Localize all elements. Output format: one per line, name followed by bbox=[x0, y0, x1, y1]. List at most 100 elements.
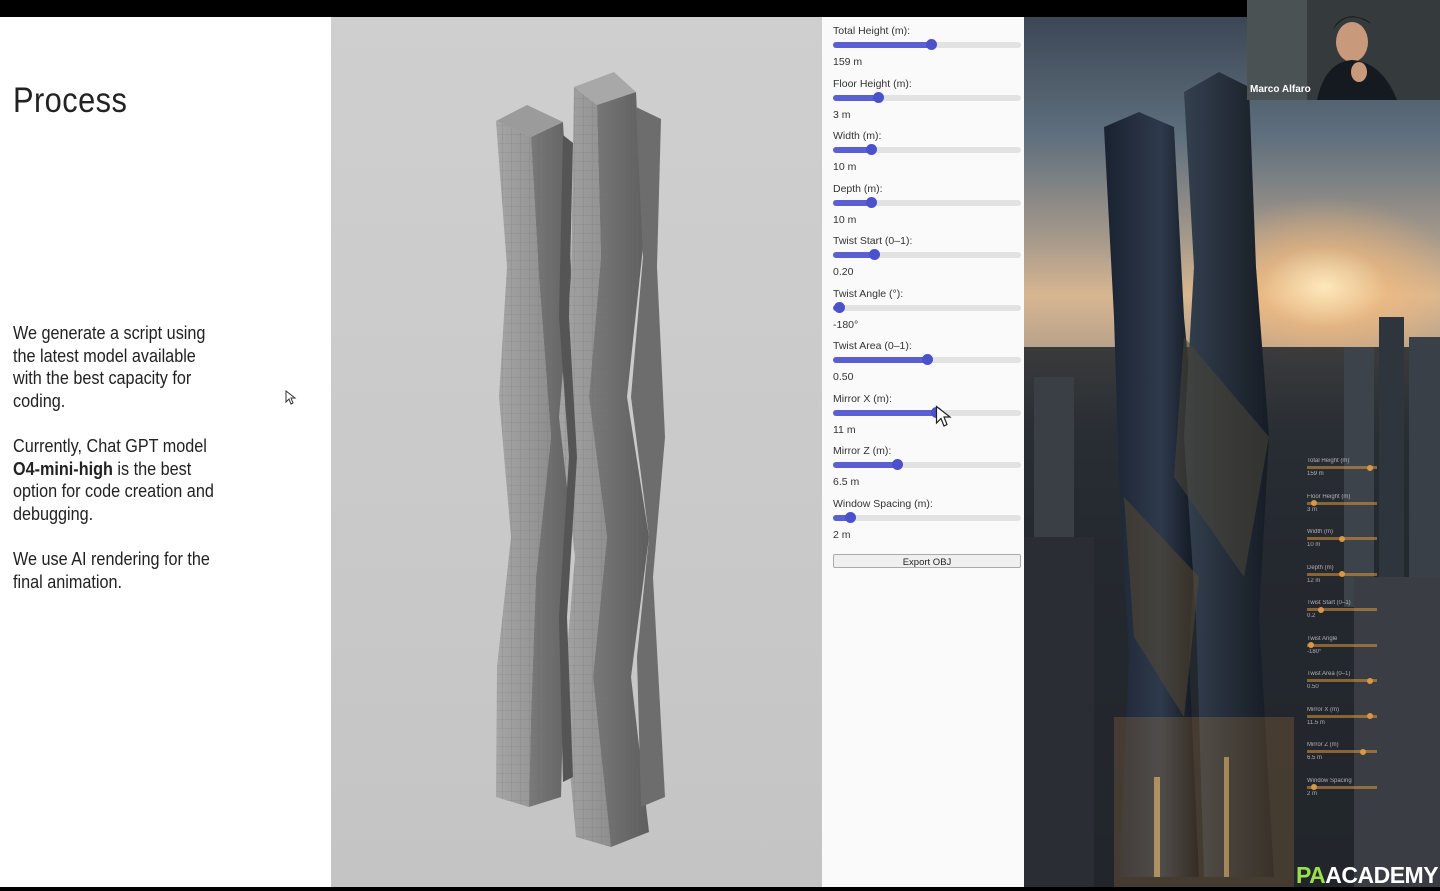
parameter-value: 10 m bbox=[833, 213, 857, 226]
render-overlay-label: Twist Angle bbox=[1307, 635, 1338, 642]
ai-render-image bbox=[1024, 17, 1440, 887]
parameter-slider[interactable] bbox=[833, 91, 1021, 103]
render-overlay-label: Width (m) bbox=[1307, 529, 1333, 535]
render-overlay-label: Total Height (m) bbox=[1307, 458, 1350, 464]
parameter-control: Mirror Z (m): 6.5 m bbox=[833, 444, 1023, 489]
render-overlay-slider bbox=[1307, 535, 1377, 542]
parameter-control: Twist Start (0–1): 0.20 bbox=[833, 234, 1023, 279]
participant-name: Marco Alfaro bbox=[1250, 84, 1311, 95]
render-overlay-thumb bbox=[1360, 748, 1366, 755]
render-overlay-slider bbox=[1307, 677, 1377, 684]
render-overlay-thumb bbox=[1318, 606, 1324, 613]
parameter-slider[interactable] bbox=[833, 144, 1021, 155]
slider-thumb[interactable] bbox=[865, 196, 877, 208]
parameter-value: 10 m bbox=[833, 161, 857, 173]
render-overlay-slider bbox=[1307, 713, 1377, 719]
slider-fill bbox=[833, 409, 937, 416]
parameter-control: Window Spacing (m): 2 m bbox=[833, 497, 1023, 542]
parameter-slider[interactable] bbox=[833, 249, 1021, 260]
parameter-control: Twist Area (0–1): 0.50 bbox=[833, 339, 1023, 384]
logo-pa: PA bbox=[1296, 862, 1326, 888]
parameter-value: 6.5 m bbox=[833, 476, 860, 488]
logo-academy: ACADEMY bbox=[1325, 862, 1439, 888]
slider-fill bbox=[833, 357, 927, 363]
render-overlay-label: Mirror X (m) bbox=[1307, 706, 1339, 713]
export-obj-button[interactable]: Export OBJ bbox=[833, 554, 1021, 568]
render-overlay-thumb bbox=[1339, 535, 1345, 542]
render-overlay-control: Total Height (m) 159 m bbox=[1307, 458, 1377, 477]
render-overlay-label: Twist Start (0–1) bbox=[1307, 600, 1351, 606]
slider-thumb[interactable] bbox=[869, 249, 881, 260]
slider-thumb[interactable] bbox=[922, 354, 933, 365]
parameter-slider[interactable] bbox=[833, 39, 1021, 50]
slider-fill bbox=[833, 94, 879, 101]
parameter-slider[interactable] bbox=[833, 301, 1021, 313]
parameter-control: Mirror X (m): 11 m bbox=[833, 392, 1023, 437]
parameter-label: Depth (m): bbox=[833, 182, 883, 195]
slider-fill bbox=[833, 462, 897, 468]
render-overlay-thumb bbox=[1339, 571, 1345, 577]
twisted-tower-model bbox=[496, 72, 665, 847]
slider-thumb[interactable] bbox=[925, 39, 937, 50]
parameter-value: 159 m bbox=[833, 56, 863, 68]
render-overlay-thumb bbox=[1367, 464, 1373, 471]
mouse-pointer-icon bbox=[285, 390, 297, 405]
render-overlay-control: Twist Angle -180° bbox=[1307, 636, 1377, 655]
parameter-label: Twist Start (0–1): bbox=[833, 235, 913, 247]
parameter-value: -180° bbox=[833, 318, 859, 331]
parameter-control: Width (m): 10 m bbox=[833, 129, 1023, 174]
parameter-panel: Total Height (m): 159 m Floor Height (m): 3… bbox=[822, 17, 1024, 887]
slider-thumb[interactable] bbox=[833, 301, 845, 313]
parameter-label: Mirror X (m): bbox=[833, 392, 892, 405]
parameter-control: Total Height (m): 159 m bbox=[833, 24, 1023, 69]
city-skyline-render bbox=[1024, 72, 1440, 887]
parameter-value: 0.50 bbox=[833, 371, 854, 383]
render-overlay-control: Twist Start (0–1) 0.2 bbox=[1307, 600, 1377, 619]
slider-thumb[interactable] bbox=[865, 144, 877, 155]
model-name: O4-mini-high bbox=[13, 458, 113, 479]
parameter-control: Depth (m): 10 m bbox=[833, 182, 1023, 227]
slider-thumb[interactable] bbox=[873, 91, 885, 103]
parameter-control: Twist Angle (°): -180° bbox=[833, 287, 1023, 332]
parameter-slider[interactable] bbox=[833, 459, 1021, 470]
slide-text-panel: Process We generate a script using the l… bbox=[0, 17, 331, 887]
pa-academy-logo: PAACADEMY bbox=[1296, 862, 1439, 889]
slider-fill bbox=[833, 42, 931, 48]
parameter-slider[interactable] bbox=[833, 406, 1021, 418]
slide-title: Process bbox=[13, 81, 128, 120]
parameter-label: Twist Area (0–1): bbox=[833, 340, 912, 352]
parameter-control: Floor Height (m): 3 m bbox=[833, 77, 1023, 122]
render-overlay-label: Mirror Z (m) bbox=[1307, 742, 1339, 748]
parameter-label: Mirror Z (m): bbox=[833, 445, 892, 457]
parameter-slider[interactable] bbox=[833, 511, 1021, 523]
render-overlay-thumb bbox=[1307, 642, 1314, 648]
parameter-value: 2 m bbox=[833, 528, 851, 541]
render-overlay-slider bbox=[1307, 748, 1377, 755]
parameter-label: Floor Height (m): bbox=[833, 77, 912, 90]
parameter-value: 0.20 bbox=[833, 266, 854, 278]
paragraph-model: Currently, Chat GPT model O4-mini-high i… bbox=[13, 435, 229, 525]
render-overlay-thumb bbox=[1311, 500, 1317, 506]
render-overlay-control: Width (m) 10 m bbox=[1307, 529, 1377, 548]
paragraph-script: We generate a script using the latest mo… bbox=[13, 323, 206, 411]
slider-thumb[interactable] bbox=[844, 511, 856, 523]
parameter-value: 11 m bbox=[833, 423, 856, 436]
render-overlay-label: Floor Height (m) bbox=[1307, 493, 1351, 500]
render-overlay-label: Depth (m) bbox=[1307, 564, 1334, 571]
render-overlay-control: Twist Area (0–1) 0.50 bbox=[1307, 671, 1377, 690]
parameter-slider[interactable] bbox=[833, 354, 1021, 365]
render-overlay-slider bbox=[1307, 500, 1377, 506]
render-overlay-control: Depth (m) 12 m bbox=[1307, 565, 1377, 584]
slider-fill bbox=[833, 199, 871, 206]
render-overlay-value: 0.2 bbox=[1307, 613, 1316, 619]
slider-thumb[interactable] bbox=[891, 459, 903, 470]
render-overlay-thumb bbox=[1367, 713, 1373, 719]
parameter-slider[interactable] bbox=[833, 196, 1021, 208]
parameter-value: 3 m bbox=[833, 108, 851, 121]
3d-viewport[interactable] bbox=[331, 17, 822, 887]
slider-fill bbox=[833, 252, 875, 258]
render-overlay-slider bbox=[1307, 784, 1377, 790]
render-overlay-slider bbox=[1307, 642, 1377, 648]
bottom-bar bbox=[0, 887, 1440, 891]
render-overlay-control: Mirror X (m) 11.5 m bbox=[1307, 707, 1377, 726]
